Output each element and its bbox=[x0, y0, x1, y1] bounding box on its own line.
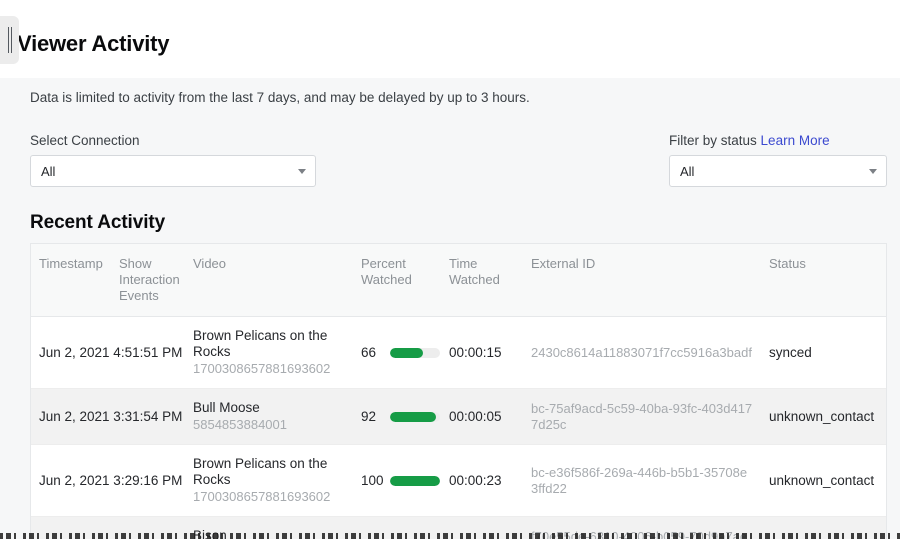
status-select-value: All bbox=[680, 164, 694, 179]
video-id: 1700308657881693602 bbox=[193, 489, 345, 505]
status-label: Filter by status Learn More bbox=[669, 133, 887, 149]
table-body: Jun 2, 2021 4:51:51 PM Brown Pelicans on … bbox=[31, 317, 887, 539]
cell-video: Brown Pelicans on the Rocks1700308657881… bbox=[185, 445, 353, 517]
cell-time-watched: 00:00:20 bbox=[441, 517, 523, 539]
percent-value: 66 bbox=[361, 345, 385, 361]
column-header-percent-watched[interactable]: Percent Watched bbox=[353, 244, 441, 317]
percent-progress-bar bbox=[390, 348, 440, 358]
column-header-timestamp[interactable]: Timestamp bbox=[31, 244, 111, 317]
drag-grip-icon bbox=[8, 27, 12, 53]
video-title[interactable]: Bison bbox=[193, 528, 345, 539]
table-header-row: Timestamp Show Interaction Events Video … bbox=[31, 244, 887, 317]
cell-status: unknown_contact bbox=[761, 389, 887, 445]
percent-value: 100 bbox=[361, 473, 385, 489]
connection-select-value: All bbox=[41, 164, 55, 179]
video-title[interactable]: Brown Pelicans on the Rocks bbox=[193, 456, 345, 488]
connection-label: Select Connection bbox=[30, 133, 316, 149]
cell-video: Bull Moose5854853884001 bbox=[185, 389, 353, 445]
column-header-time-watched[interactable]: Time Watched bbox=[441, 244, 523, 317]
percent-progress-bar bbox=[390, 476, 440, 486]
sidebar-drag-handle[interactable] bbox=[0, 16, 19, 64]
status-badge: unknown_contact bbox=[769, 473, 874, 488]
cell-status: synced bbox=[761, 317, 887, 389]
viewer-activity-page: Viewer Activity Data is limited to activ… bbox=[0, 0, 900, 539]
cell-video: Bison4758173525001 bbox=[185, 517, 353, 539]
column-header-status[interactable]: Status bbox=[761, 244, 887, 317]
recent-activity-title: Recent Activity bbox=[30, 212, 165, 234]
cell-timestamp: Jun 2, 2021 3:29:16 PM bbox=[31, 445, 111, 517]
table-row[interactable]: Jun 2, 2021 4:51:51 PM Brown Pelicans on … bbox=[31, 317, 887, 389]
cell-status: N/A bbox=[761, 517, 887, 539]
percent-progress-bar bbox=[390, 412, 440, 422]
percent-value: 92 bbox=[361, 409, 385, 425]
cell-status: unknown_contact bbox=[761, 445, 887, 517]
cell-timestamp: Jun 2, 2021 4:51:51 PM bbox=[31, 317, 111, 389]
cell-external-id: bc-75af9acd-5c59-40ba-93fc-403d4177d25c bbox=[523, 389, 761, 445]
video-title[interactable]: Bull Moose bbox=[193, 400, 345, 416]
cell-time-watched: 00:00:05 bbox=[441, 389, 523, 445]
table-head: Timestamp Show Interaction Events Video … bbox=[31, 244, 887, 317]
connection-select[interactable]: All bbox=[30, 155, 316, 187]
cell-percent-watched: 100 bbox=[353, 445, 441, 517]
chevron-down-icon bbox=[869, 169, 877, 174]
connection-label-text: Select Connection bbox=[30, 133, 140, 148]
table-row[interactable]: Jun 2, 2021 2:28:45 PM Bison4758173525001… bbox=[31, 517, 887, 539]
cell-percent-watched: 92 bbox=[353, 389, 441, 445]
status-field: Filter by status Learn More All bbox=[669, 133, 887, 187]
cell-timestamp: Jun 2, 2021 3:31:54 PM bbox=[31, 389, 111, 445]
data-limit-notice: Data is limited to activity from the las… bbox=[30, 90, 530, 105]
recent-activity-table-wrapper: Timestamp Show Interaction Events Video … bbox=[30, 243, 887, 539]
cell-external-id: 2430c8614a11883071f7cc5916a3badf bbox=[523, 317, 761, 389]
filter-row: Select Connection All Filter by status L… bbox=[0, 133, 900, 193]
status-label-text: Filter by status bbox=[669, 133, 757, 148]
column-header-show-interaction-events[interactable]: Show Interaction Events bbox=[111, 244, 185, 317]
cell-external-id: bc-e36f586f-269a-446b-b5b1-35708e3ffd22 bbox=[523, 445, 761, 517]
column-header-external-id[interactable]: External ID bbox=[523, 244, 761, 317]
cell-events[interactable] bbox=[111, 517, 185, 539]
page-title: Viewer Activity bbox=[17, 31, 169, 57]
status-badge: unknown_contact bbox=[769, 409, 874, 424]
chevron-down-icon bbox=[298, 169, 306, 174]
page-header: Viewer Activity bbox=[0, 0, 900, 78]
video-id: 5854853884001 bbox=[193, 417, 345, 433]
cell-timestamp: Jun 2, 2021 2:28:45 PM bbox=[31, 517, 111, 539]
cell-percent-watched: 87 bbox=[353, 517, 441, 539]
recent-activity-table: Timestamp Show Interaction Events Video … bbox=[31, 244, 887, 539]
status-badge: synced bbox=[769, 345, 812, 360]
connection-field: Select Connection All bbox=[30, 133, 316, 187]
external-id-text: bc-e36f586f-269a-446b-b5b1-35708e3ffd22 bbox=[531, 465, 747, 496]
video-id: 1700308657881693602 bbox=[193, 361, 345, 377]
external-id-text: bc-75af9acd-5c59-40ba-93fc-403d4177d25c bbox=[531, 401, 752, 432]
cell-time-watched: 00:00:15 bbox=[441, 317, 523, 389]
table-row[interactable]: Jun 2, 2021 3:29:16 PM Brown Pelicans on … bbox=[31, 445, 887, 517]
status-select[interactable]: All bbox=[669, 155, 887, 187]
external-id-text: 2430c8614a11883071f7cc5916a3badf bbox=[531, 345, 752, 360]
external-id-text: f70e55de-6310-4006-b059-70d9a7ae9d57 bbox=[531, 529, 747, 539]
table-row[interactable]: Jun 2, 2021 3:31:54 PM Bull Moose58548538… bbox=[31, 389, 887, 445]
learn-more-link[interactable]: Learn More bbox=[761, 133, 830, 148]
cell-video: Brown Pelicans on the Rocks1700308657881… bbox=[185, 317, 353, 389]
column-header-video[interactable]: Video bbox=[185, 244, 353, 317]
cell-time-watched: 00:00:23 bbox=[441, 445, 523, 517]
video-title[interactable]: Brown Pelicans on the Rocks bbox=[193, 328, 345, 360]
cell-external-id: f70e55de-6310-4006-b059-70d9a7ae9d57 bbox=[523, 517, 761, 539]
cell-percent-watched: 66 bbox=[353, 317, 441, 389]
